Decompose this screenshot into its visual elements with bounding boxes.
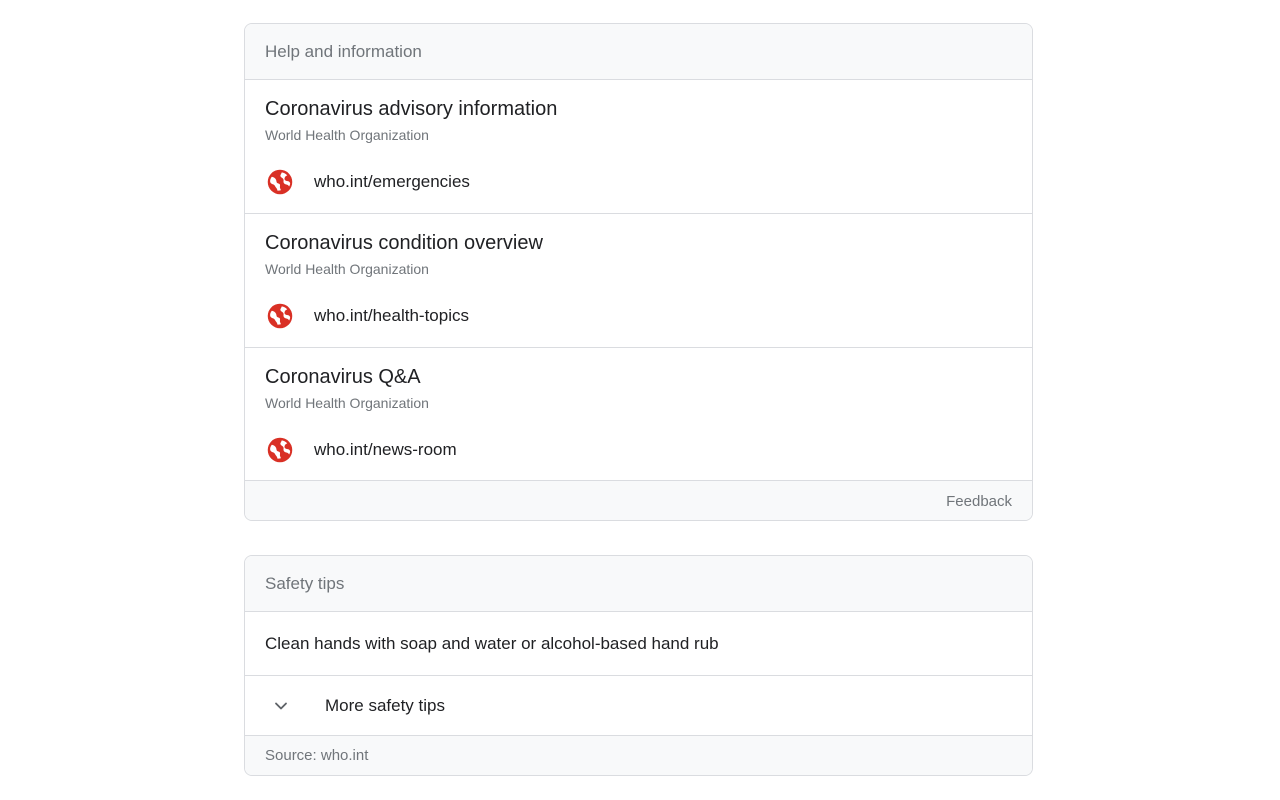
card-header-title: Safety tips bbox=[265, 573, 345, 593]
globe-icon bbox=[265, 301, 295, 331]
info-item-link-text: who.int/health-topics bbox=[314, 306, 469, 325]
card-header: Safety tips bbox=[245, 556, 1032, 612]
safety-tips-card: Safety tips Clean hands with soap and wa… bbox=[244, 555, 1033, 776]
info-item-link[interactable]: who.int/news-room bbox=[265, 433, 457, 467]
info-item-link[interactable]: who.int/health-topics bbox=[265, 299, 469, 333]
card-footer: Feedback bbox=[245, 481, 1032, 520]
info-item: Coronavirus advisory information World H… bbox=[245, 80, 1032, 214]
source-attribution: Source: who.int bbox=[245, 736, 1032, 775]
info-item-link[interactable]: who.int/emergencies bbox=[265, 165, 470, 199]
info-item-link-text: who.int/emergencies bbox=[314, 172, 470, 191]
card-header: Help and information bbox=[245, 24, 1032, 80]
chevron-down-icon bbox=[269, 694, 293, 718]
more-safety-tips-button[interactable]: More safety tips bbox=[245, 676, 1032, 736]
info-item: Coronavirus condition overview World Hea… bbox=[245, 214, 1032, 348]
more-safety-tips-label: More safety tips bbox=[325, 695, 445, 715]
info-item-link-text: who.int/news-room bbox=[314, 440, 457, 459]
globe-icon bbox=[265, 167, 295, 197]
info-item-source: World Health Organization bbox=[265, 127, 429, 143]
help-information-card: Help and information Coronavirus advisor… bbox=[244, 23, 1033, 521]
safety-tip-text: Clean hands with soap and water or alcoh… bbox=[265, 633, 719, 653]
info-item-source: World Health Organization bbox=[265, 395, 429, 411]
source-text: Source: who.int bbox=[265, 747, 369, 764]
globe-icon bbox=[265, 435, 295, 465]
feedback-link[interactable]: Feedback bbox=[946, 493, 1012, 510]
info-item-source: World Health Organization bbox=[265, 261, 429, 277]
safety-tip: Clean hands with soap and water or alcoh… bbox=[245, 612, 1032, 676]
info-item-title: Coronavirus advisory information bbox=[265, 98, 558, 120]
card-header-title: Help and information bbox=[265, 41, 422, 61]
info-item-title: Coronavirus condition overview bbox=[265, 232, 543, 254]
info-item: Coronavirus Q&A World Health Organizatio… bbox=[245, 348, 1032, 481]
info-item-title: Coronavirus Q&A bbox=[265, 366, 421, 388]
